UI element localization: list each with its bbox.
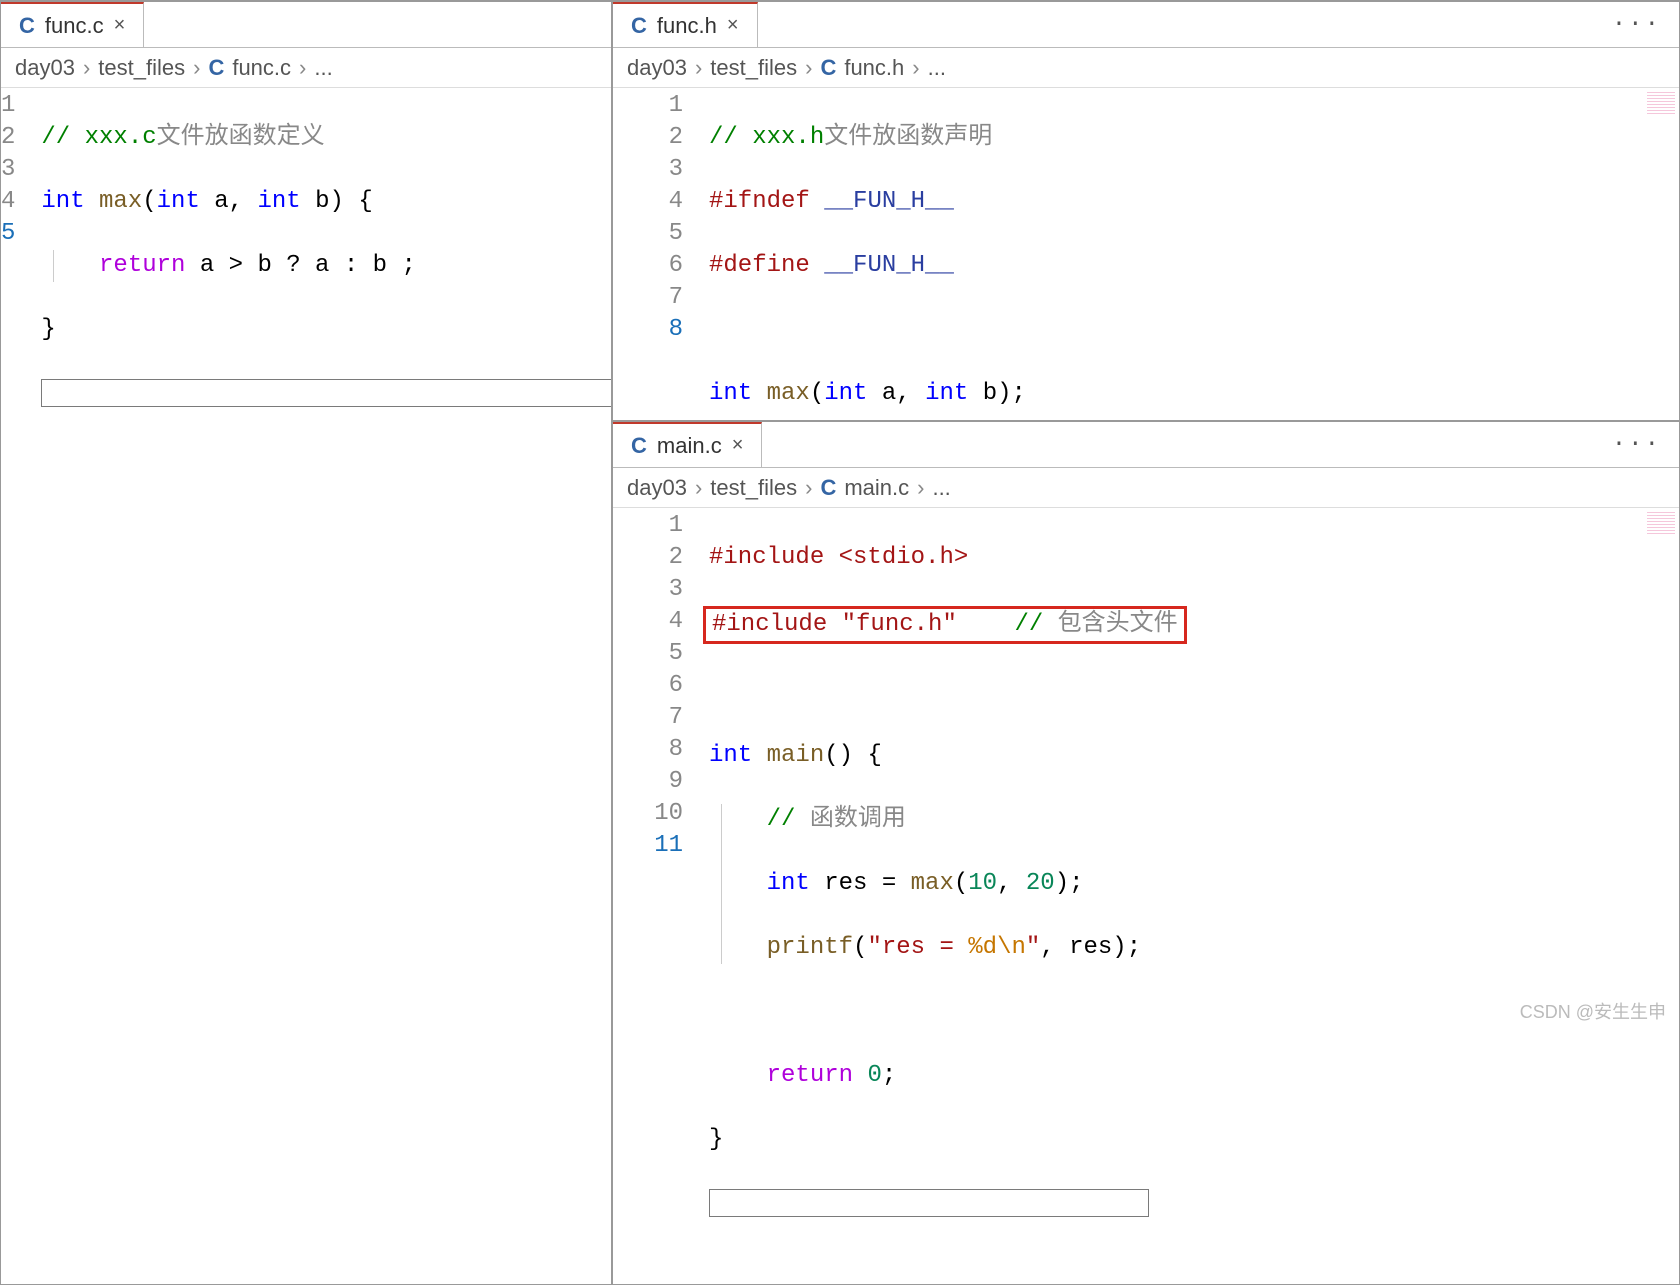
tabbar: C func.h × ···: [613, 2, 1679, 48]
tab-func-h[interactable]: C func.h ×: [613, 2, 758, 47]
pane-func-h: C func.h × ··· day03 › test_files › C func…: [612, 1, 1680, 421]
tab-main-c[interactable]: C main.c ×: [613, 422, 762, 467]
tabbar: C main.c × ···: [613, 422, 1679, 468]
breadcrumb[interactable]: day03 › test_files › C func.h › ...: [613, 48, 1679, 88]
close-icon[interactable]: ×: [727, 14, 739, 37]
breadcrumb[interactable]: day03 › test_files › C main.c › ...: [613, 468, 1679, 508]
tab-label: func.c: [45, 13, 104, 39]
breadcrumb[interactable]: day03 › test_files › C func.c › ...: [1, 48, 611, 88]
code-content[interactable]: #include <stdio.h> #include "func.h" // …: [709, 508, 1679, 1284]
chevron-right-icon: ›: [299, 55, 306, 81]
crumb[interactable]: func.h: [844, 55, 904, 81]
editor-area[interactable]: 1 2 3 4 5 6 7 8 9 10 11 #include <stdio.…: [613, 508, 1679, 1284]
crumb[interactable]: ...: [314, 55, 332, 81]
crumb[interactable]: test_files: [710, 55, 797, 81]
chevron-right-icon: ›: [193, 55, 200, 81]
crumb[interactable]: ...: [932, 475, 950, 501]
c-file-icon: C: [631, 433, 647, 459]
more-actions-icon[interactable]: ···: [1594, 11, 1679, 38]
editor-area[interactable]: 1 2 3 4 5 6 7 8 // xxx.h文件放函数声明 #ifndef …: [613, 88, 1679, 420]
editor-area[interactable]: 1 2 3 4 5 // xxx.c文件放函数定义 int max(int a,…: [1, 88, 611, 1284]
chevron-right-icon: ›: [805, 475, 812, 501]
code-content[interactable]: // xxx.h文件放函数声明 #ifndef __FUN_H__ #defin…: [709, 88, 1679, 420]
crumb[interactable]: day03: [15, 55, 75, 81]
tab-label: func.h: [657, 13, 717, 39]
cursor-line-box: [41, 379, 611, 407]
line-gutter: 1 2 3 4 5: [1, 88, 41, 1284]
c-file-icon: C: [19, 13, 35, 39]
close-icon[interactable]: ×: [732, 434, 744, 457]
tabbar: C func.c ×: [1, 2, 611, 48]
chevron-right-icon: ›: [805, 55, 812, 81]
tab-label: main.c: [657, 433, 722, 459]
pane-func-c: C func.c × day03 › test_files › C func.c › …: [0, 1, 612, 1285]
chevron-right-icon: ›: [83, 55, 90, 81]
c-file-icon: C: [208, 55, 224, 81]
minimap[interactable]: [1647, 92, 1675, 114]
crumb[interactable]: ...: [928, 55, 946, 81]
cursor-line-box: [709, 1189, 1149, 1217]
crumb[interactable]: test_files: [710, 475, 797, 501]
crumb[interactable]: day03: [627, 475, 687, 501]
chevron-right-icon: ›: [695, 475, 702, 501]
crumb[interactable]: test_files: [98, 55, 185, 81]
crumb[interactable]: func.c: [232, 55, 291, 81]
c-file-icon: C: [820, 55, 836, 81]
editor-grid: C func.h × ··· day03 › test_files › C func…: [0, 0, 1680, 870]
code-content[interactable]: // xxx.c文件放函数定义 int max(int a, int b) { …: [41, 88, 611, 1284]
line-gutter: 1 2 3 4 5 6 7 8: [613, 88, 709, 420]
c-file-icon: C: [631, 13, 647, 39]
watermark: CSDN @安生生申: [1520, 998, 1666, 1024]
more-actions-icon[interactable]: ···: [1594, 431, 1679, 458]
close-icon[interactable]: ×: [114, 14, 126, 37]
highlighted-include: #include "func.h" // 包含头文件: [703, 606, 1187, 644]
crumb[interactable]: day03: [627, 55, 687, 81]
line-gutter: 1 2 3 4 5 6 7 8 9 10 11: [613, 508, 709, 1284]
pane-main-c: C main.c × ··· day03 › test_files › C main…: [612, 421, 1680, 1285]
tab-func-c[interactable]: C func.c ×: [1, 2, 144, 47]
chevron-right-icon: ›: [917, 475, 924, 501]
minimap[interactable]: [1647, 512, 1675, 534]
crumb[interactable]: main.c: [844, 475, 909, 501]
chevron-right-icon: ›: [912, 55, 919, 81]
chevron-right-icon: ›: [695, 55, 702, 81]
c-file-icon: C: [820, 475, 836, 501]
